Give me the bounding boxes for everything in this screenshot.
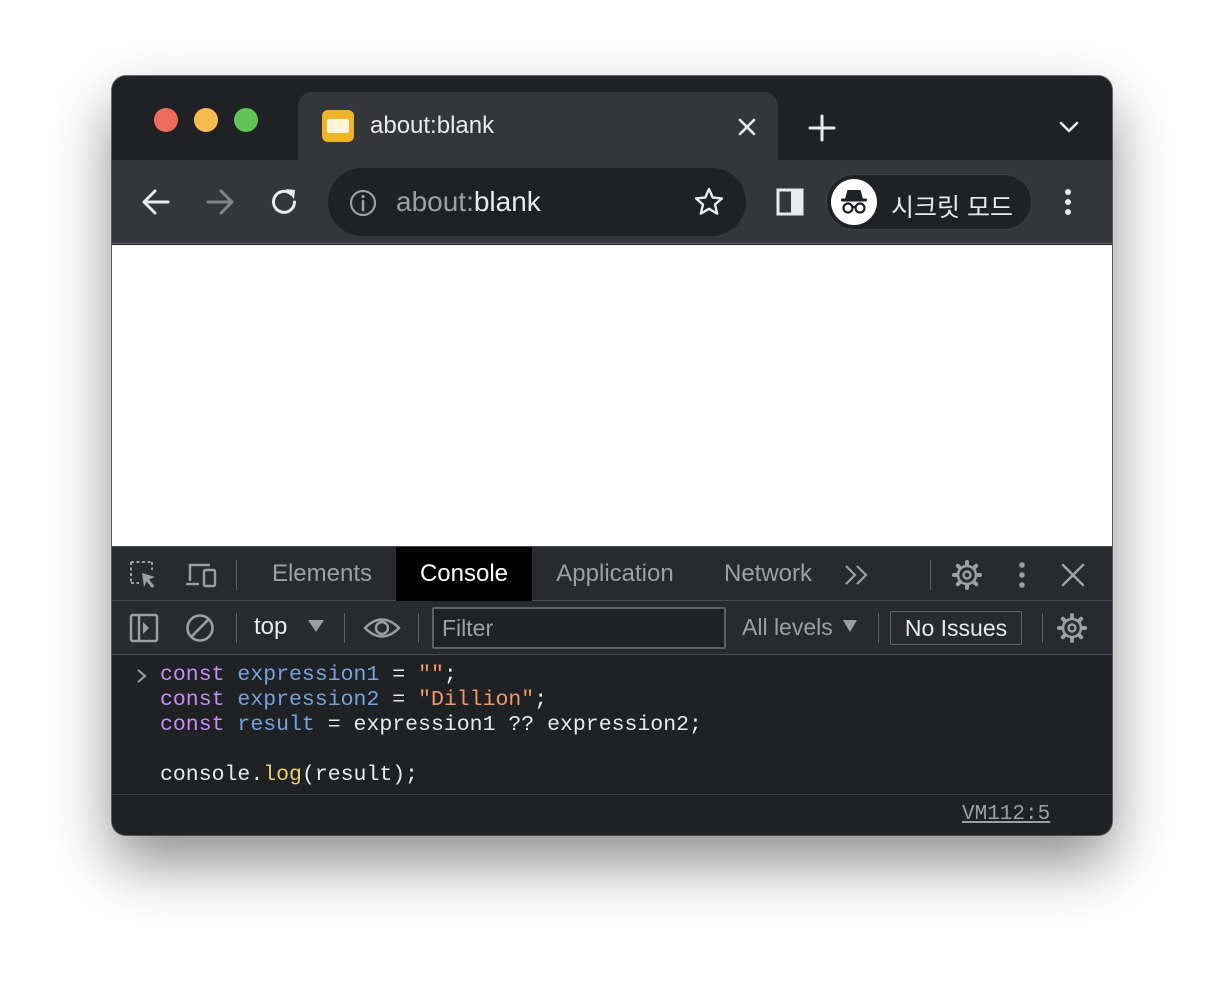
plus-icon[interactable] <box>802 108 842 148</box>
reload-icon[interactable] <box>264 182 304 222</box>
code-line: const result = expression1 ?? expression… <box>160 713 702 738</box>
code-token: result <box>237 713 315 737</box>
code-token: = <box>379 688 419 712</box>
console-toolbar: top All levels No Issues <box>112 601 1112 655</box>
toolbar-divider <box>344 613 345 643</box>
code-token: expression1 <box>237 663 380 687</box>
chevron-down-icon[interactable] <box>1054 112 1084 142</box>
console-message-footer: VM112:5 <box>112 794 1112 835</box>
toolbar-divider <box>878 613 879 643</box>
browser-toolbar: about:blank 시크릿 모드 <box>112 160 1112 244</box>
tab-title: about:blank <box>370 112 495 139</box>
document-favicon-icon <box>322 110 354 142</box>
code-line: console.log(result); <box>160 763 702 788</box>
tab-about-blank[interactable]: about:blank <box>298 92 778 160</box>
tab-console[interactable]: Console <box>396 547 532 601</box>
tab-network[interactable]: Network <box>710 547 826 601</box>
profile-label: 시크릿 모드 <box>891 194 1013 222</box>
devtools-tabbar: Elements Console Application Network <box>112 546 1112 601</box>
sidebar-toggle-icon[interactable] <box>128 612 160 644</box>
arrow-right-icon[interactable] <box>200 182 240 222</box>
source-link[interactable]: VM112:5 <box>962 803 1050 826</box>
toolbar-divider <box>930 560 931 590</box>
incognito-avatar <box>831 179 877 225</box>
console-output[interactable]: const expression1 = ""; const expression2… <box>112 655 1112 795</box>
info-icon[interactable] <box>348 188 378 218</box>
code-token: ; <box>443 663 457 687</box>
code-token: "" <box>418 663 444 687</box>
devtools-panel: Elements Console Application Network top… <box>112 546 1112 835</box>
close-icon[interactable] <box>1058 560 1088 590</box>
code-token: expression2 <box>237 688 380 712</box>
filter-input[interactable] <box>432 607 726 649</box>
context-selector[interactable]: top <box>254 613 287 641</box>
kebab-menu-icon[interactable] <box>1048 182 1088 222</box>
gear-icon[interactable] <box>950 558 984 592</box>
arrow-left-icon[interactable] <box>136 182 176 222</box>
dropdown-arrow-icon[interactable] <box>307 619 325 633</box>
tab-elements[interactable]: Elements <box>256 547 388 601</box>
inspect-element-icon[interactable] <box>128 559 160 591</box>
code-token: (result); <box>301 763 419 787</box>
toolbar-divider <box>236 613 237 643</box>
kebab-menu-icon[interactable] <box>1010 558 1034 592</box>
incognito-icon <box>841 190 867 214</box>
device-toolbar-icon[interactable] <box>184 559 218 591</box>
chevron-right-icon <box>137 669 147 683</box>
close-icon[interactable] <box>732 112 762 142</box>
code-line: const expression2 = "Dillion"; <box>160 688 702 713</box>
star-icon[interactable] <box>692 185 726 219</box>
code-line: const expression1 = ""; <box>160 663 702 688</box>
code-token: = expression1 ?? expression2; <box>314 713 702 737</box>
minimize-window-button[interactable] <box>194 108 218 132</box>
console-settings-icon[interactable] <box>1055 611 1089 645</box>
code-token: "Dillion" <box>418 688 535 712</box>
console-code-block: const expression1 = ""; const expression2… <box>160 663 702 788</box>
code-token: console. <box>160 763 264 787</box>
toolbar-divider <box>418 613 419 643</box>
close-window-button[interactable] <box>154 108 178 132</box>
double-chevron-right-icon[interactable] <box>842 562 872 588</box>
clear-console-icon[interactable] <box>184 612 216 644</box>
url-text: about:blank <box>396 186 541 217</box>
tab-application[interactable]: Application <box>540 547 690 601</box>
code-token: const <box>160 663 225 687</box>
omnibox[interactable]: about:blank <box>328 168 746 236</box>
log-levels-selector[interactable]: All levels <box>742 614 833 641</box>
toolbar-divider <box>1042 613 1043 643</box>
browser-window: about:blank about:blank 시크릿 모드 Elements … <box>112 76 1112 835</box>
code-token: const <box>160 713 225 737</box>
page-content[interactable] <box>112 245 1112 546</box>
side-panel-icon[interactable] <box>770 182 810 222</box>
zoom-window-button[interactable] <box>234 108 258 132</box>
dropdown-arrow-icon[interactable] <box>842 619 858 633</box>
code-token: const <box>160 688 225 712</box>
code-token: ; <box>534 688 548 712</box>
code-token: log <box>263 763 302 787</box>
code-token: = <box>379 663 419 687</box>
eye-icon[interactable] <box>362 613 402 643</box>
toolbar-divider <box>236 560 237 590</box>
incognito-profile-button[interactable]: 시크릿 모드 <box>826 174 1032 230</box>
issues-button[interactable]: No Issues <box>890 611 1022 645</box>
tab-strip: about:blank <box>112 76 1112 160</box>
